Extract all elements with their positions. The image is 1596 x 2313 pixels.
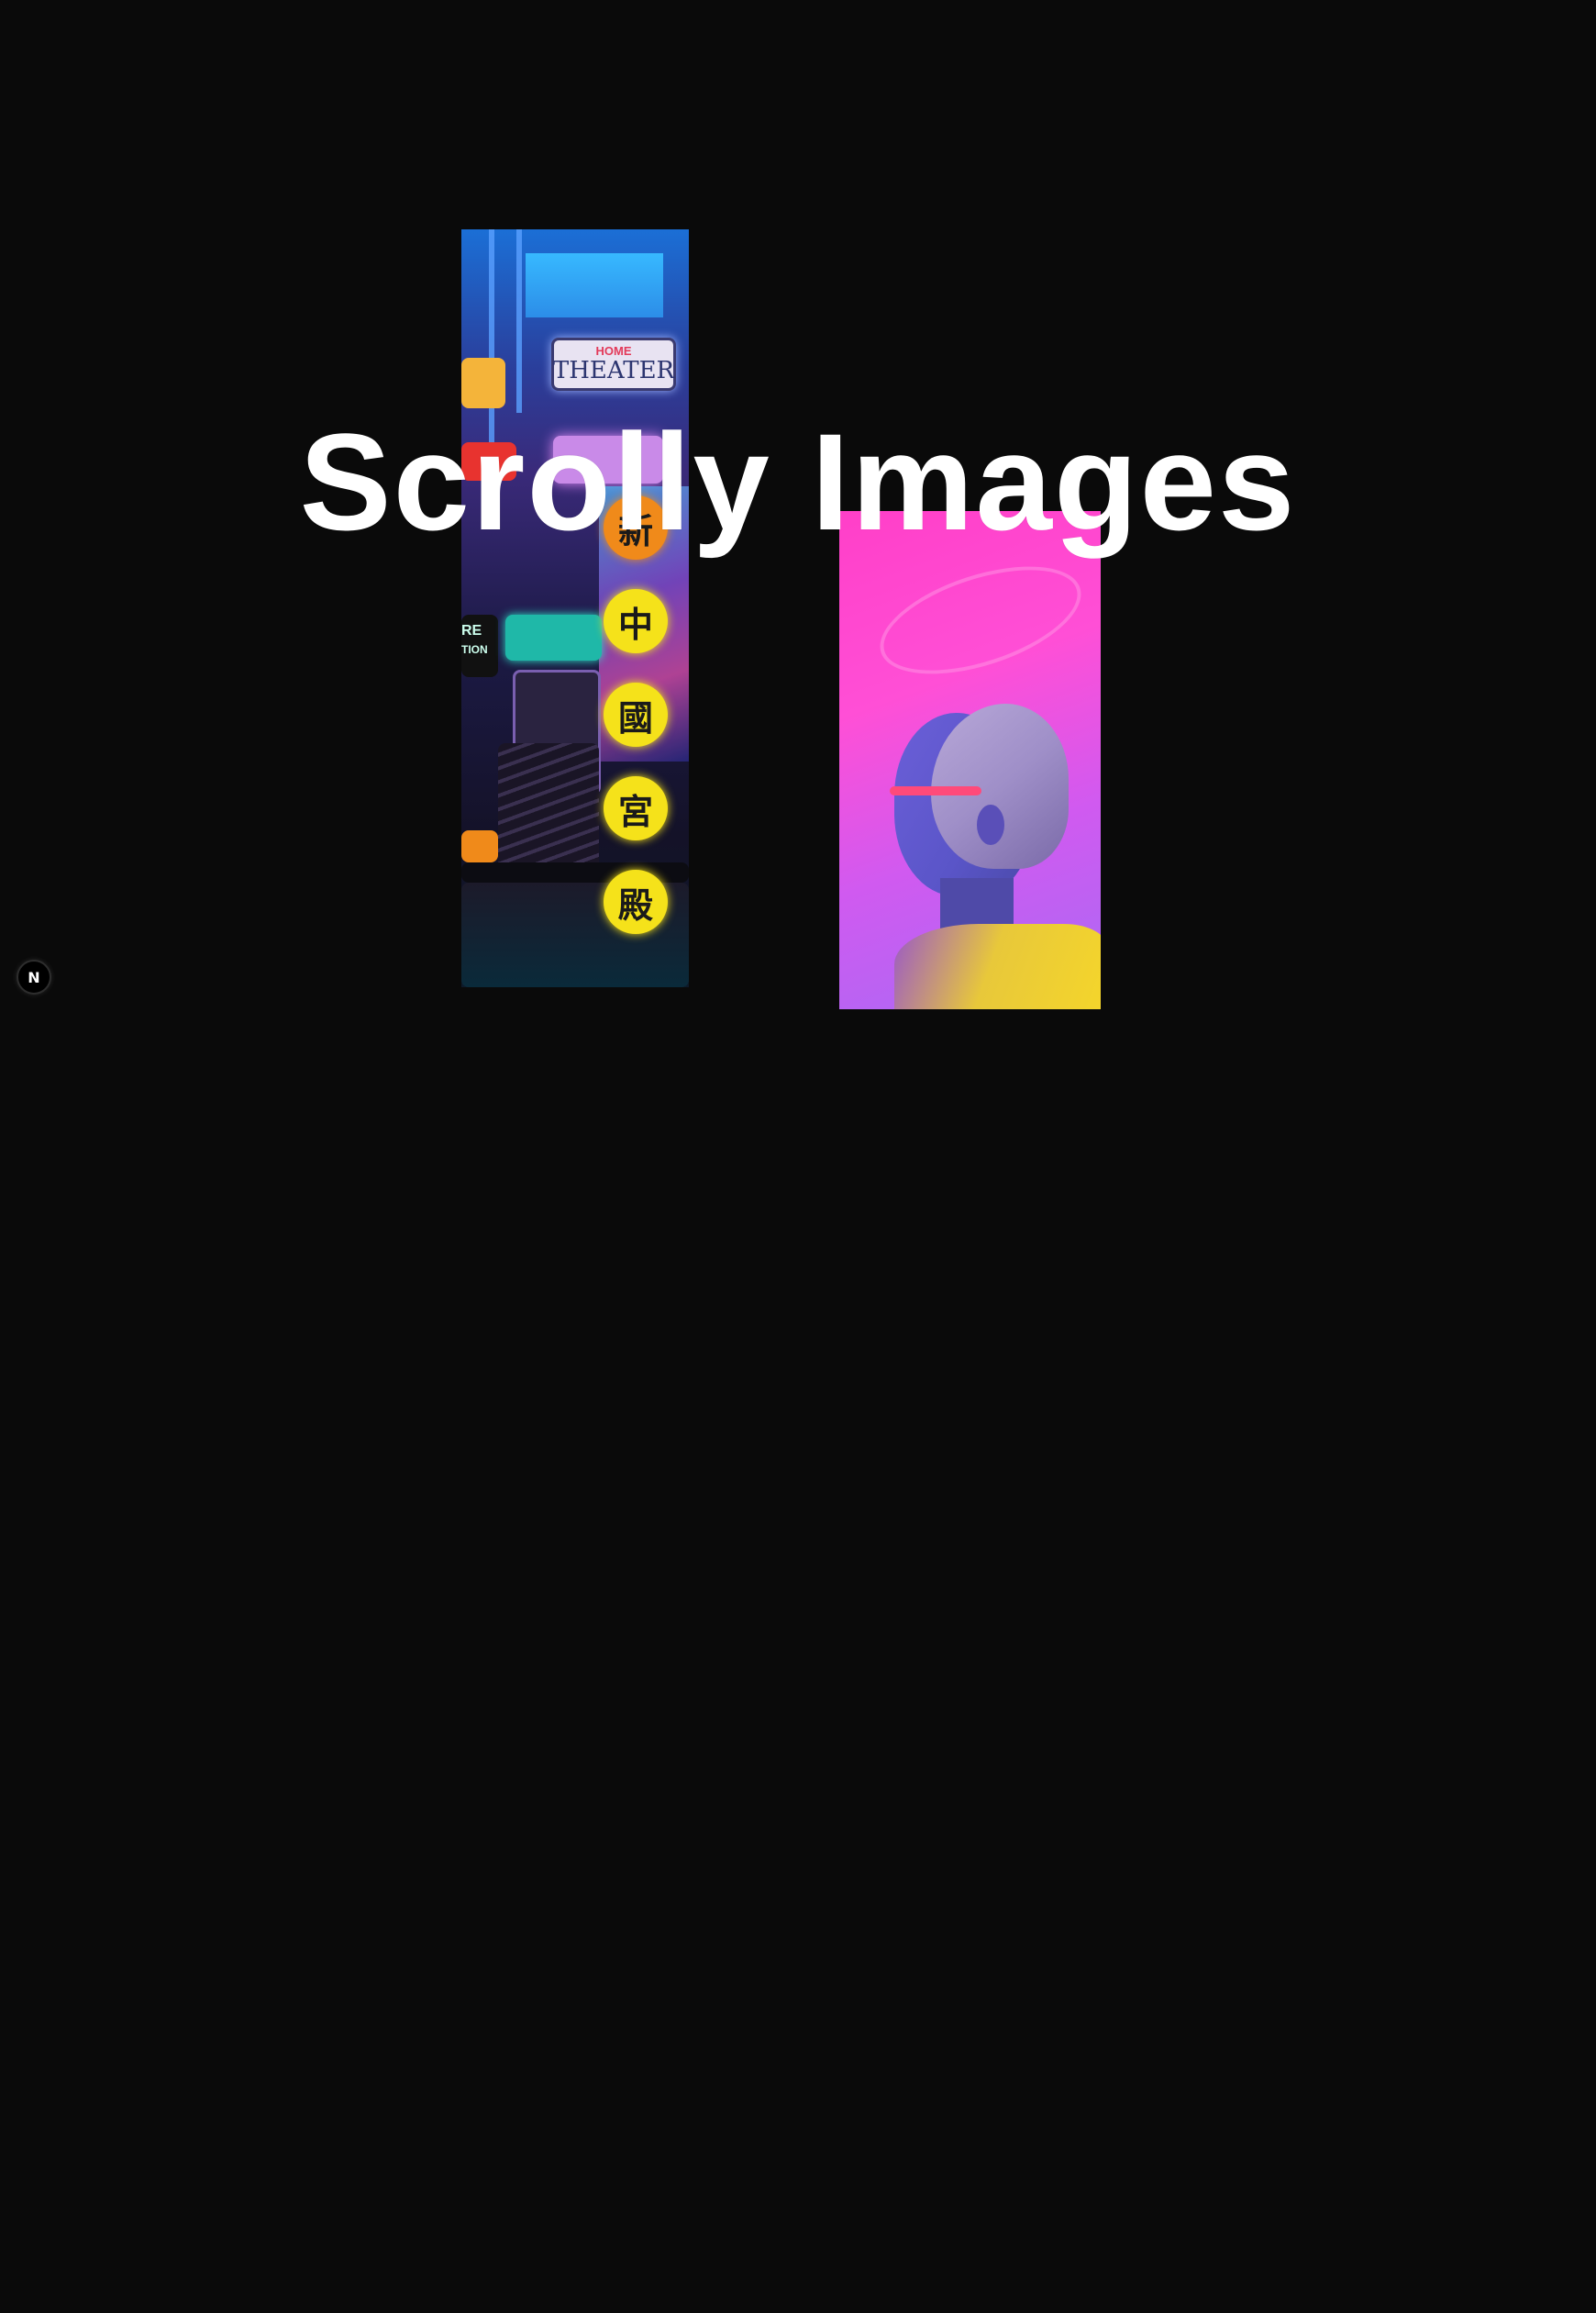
- image-stairs: [498, 743, 599, 872]
- sign-circle: 中: [604, 589, 668, 653]
- re-sign-line-1: RE: [461, 623, 482, 639]
- page: HOME THEATER RE TION 新 中 國 宮 殿 Scrolly I…: [0, 0, 1596, 2313]
- image-sky: [526, 253, 663, 317]
- theater-sign-top: HOME: [595, 344, 632, 358]
- badge-label: N: [28, 968, 40, 986]
- framework-logo-icon[interactable]: N: [17, 960, 51, 995]
- sign-circle: 宮: [604, 776, 668, 840]
- re-sign-line-2: TION: [461, 643, 488, 656]
- image-glasses: [890, 786, 981, 795]
- theater-sign-main: THEATER: [552, 357, 675, 384]
- portrait-image: [839, 511, 1101, 1009]
- image-pipe: [516, 229, 522, 413]
- re-sign: RE TION: [461, 615, 498, 677]
- sign-circle: 殿: [604, 870, 668, 934]
- image-sign: [461, 830, 498, 862]
- image-swirl: [867, 545, 1094, 695]
- image-sign: [505, 615, 602, 661]
- theater-sign: HOME THEATER: [551, 338, 676, 391]
- image-jacket: [894, 924, 1101, 1009]
- image-sign: [461, 358, 505, 408]
- image-ear: [977, 805, 1004, 845]
- sign-circle: 國: [604, 683, 668, 747]
- neon-street-image: HOME THEATER RE TION 新 中 國 宮 殿: [461, 229, 689, 987]
- page-title: Scrolly Images: [299, 405, 1297, 559]
